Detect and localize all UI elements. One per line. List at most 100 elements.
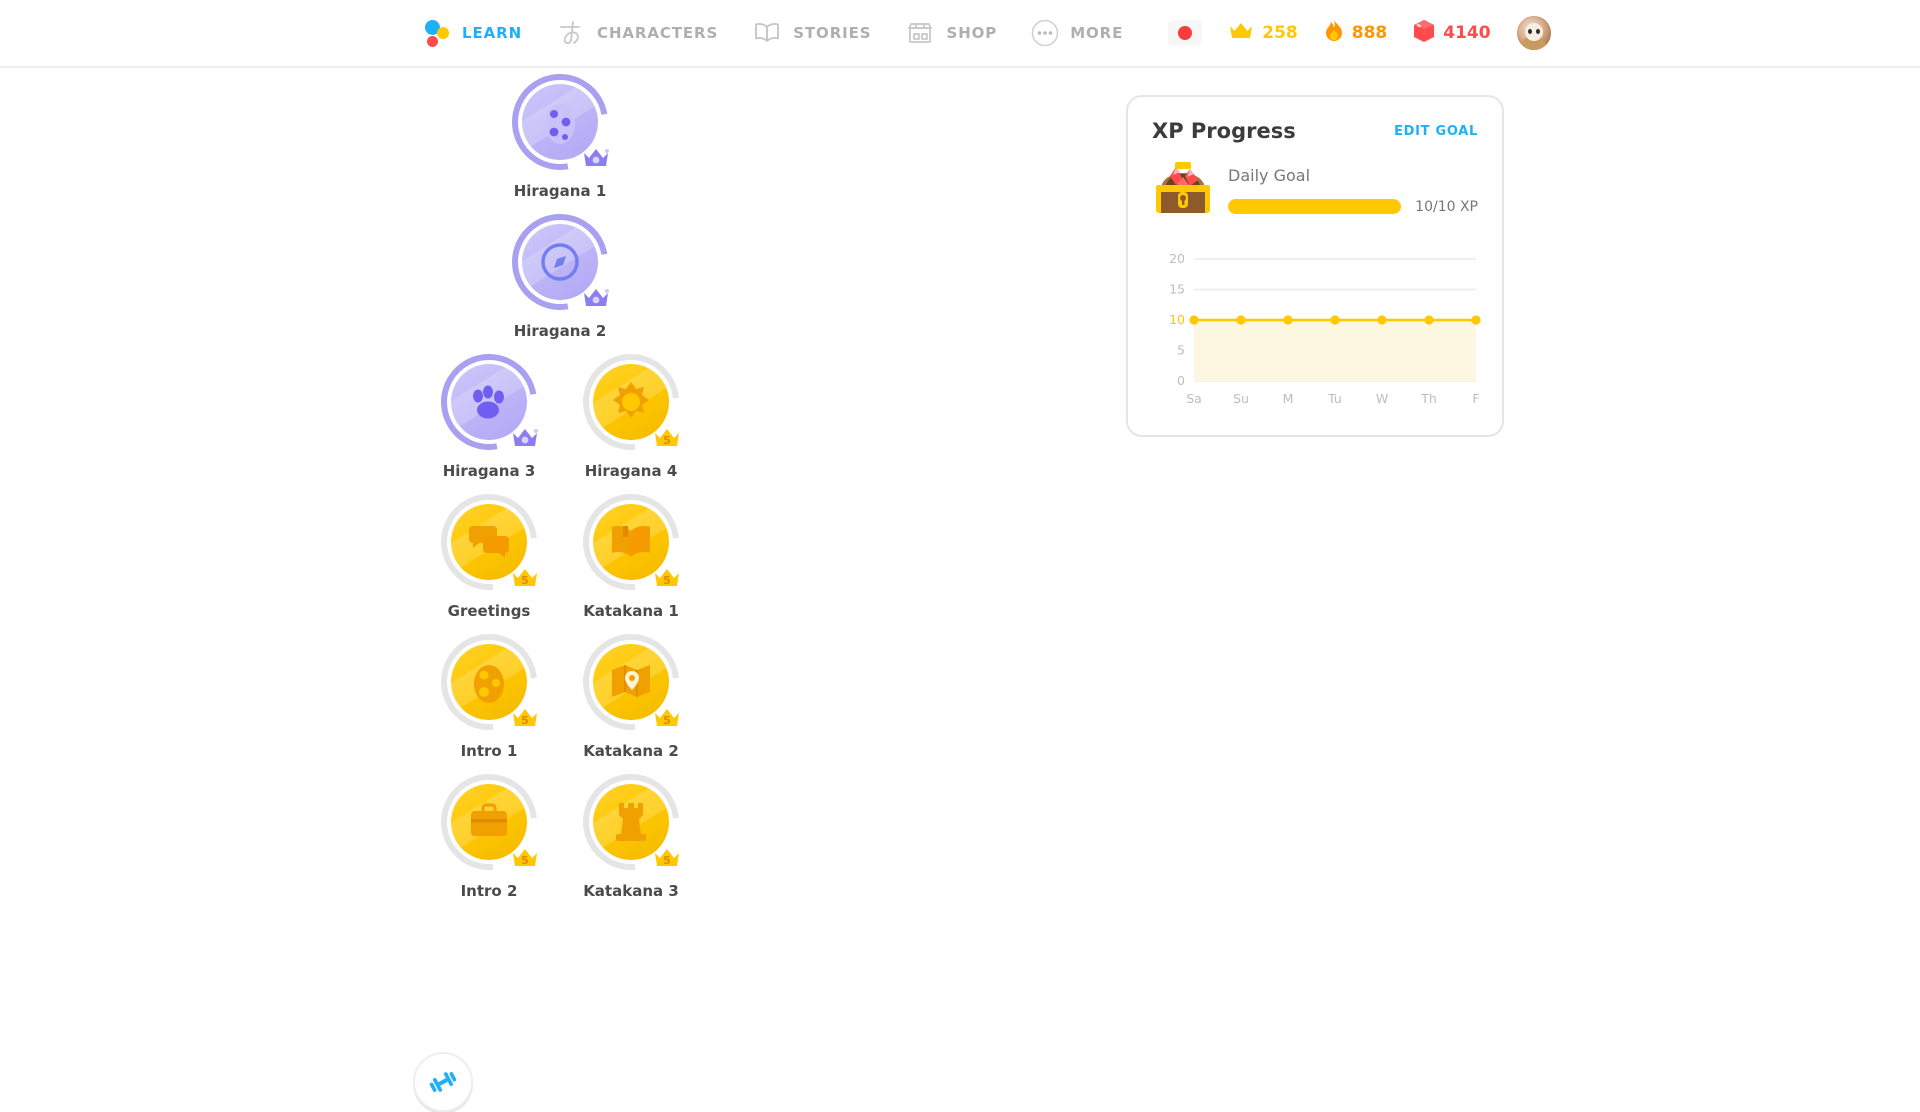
legendary-crown-badge: [580, 285, 612, 310]
xp-progress-bar: [1228, 199, 1402, 214]
hiragana-a-icon: [556, 18, 586, 48]
xp-progress-value: 10/10 XP: [1415, 198, 1478, 215]
crown-badge: 5: [651, 705, 683, 730]
crown-badge-count: 5: [521, 854, 529, 867]
skill-node-hiragana-1[interactable]: Hiragana 1: [489, 55, 631, 200]
skill-row: Hiragana 1: [0, 55, 1120, 200]
dumbbell-icon: [429, 1072, 457, 1092]
user-avatar[interactable]: [1516, 16, 1551, 50]
crown-badge: 5: [509, 705, 541, 730]
skill-node-hiragana-4[interactable]: 5 Hiragana 4: [560, 334, 702, 480]
legendary-crown-badge: [580, 145, 612, 170]
crown-badge: 5: [651, 565, 683, 590]
chess-rook-icon: [616, 803, 646, 841]
daily-goal-label: Daily Goal: [1228, 165, 1311, 185]
practice-dumbbell-button[interactable]: [413, 1052, 473, 1112]
crown-badge: 5: [651, 845, 683, 870]
shop-icon: [905, 20, 935, 46]
skill-label: Greetings: [447, 602, 531, 620]
xp-progress-card: XP Progress EDIT GOAL Daily Goal 10/10 X…: [1126, 95, 1504, 437]
nav-items: LEARN CHARACTERS STORIES SHOP MORE 258 8…: [408, 0, 1551, 67]
skill-ring: [493, 55, 627, 189]
svg-text:5: 5: [1177, 343, 1185, 358]
gem-count[interactable]: 4140: [1413, 19, 1491, 47]
skill-row: 5 Intro 1 5 Katakana 2: [0, 614, 1120, 760]
skill-row: Hiragana 2: [0, 195, 1120, 340]
skill-node-katakana-3[interactable]: 5 Katakana 3: [560, 754, 702, 900]
skill-node-katakana-2[interactable]: 5 Katakana 2: [560, 614, 702, 760]
skill-tree: Hiragana 1 Hiragana 2 Hiragana 3 5 Hirag…: [0, 55, 1120, 900]
crown-badge: 5: [651, 425, 683, 450]
svg-text:0: 0: [1177, 373, 1185, 388]
svg-text:Su: Su: [1233, 391, 1249, 406]
nav-item-characters[interactable]: CHARACTERS: [539, 0, 735, 67]
skill-node-intro-2[interactable]: 5 Intro 2: [418, 754, 560, 900]
skill-row: 5 Intro 2 5 Katakana 3: [0, 754, 1120, 900]
skill-label: Intro 1: [460, 742, 518, 760]
skill-node-hiragana-2[interactable]: Hiragana 2: [489, 195, 631, 340]
skill-row: 5 Greetings 5 Katakana 1: [0, 474, 1120, 620]
skill-node-greetings[interactable]: 5 Greetings: [418, 474, 560, 620]
skill-ring: 5: [563, 334, 699, 470]
map-pin-icon: [612, 665, 650, 697]
skill-label: Intro 2: [460, 882, 518, 900]
skill-node-katakana-1[interactable]: 5 Katakana 1: [560, 474, 702, 620]
skill-row: Hiragana 3 5 Hiragana 4: [0, 334, 1120, 480]
page-body: Hiragana 1 Hiragana 2 Hiragana 3 5 Hirag…: [0, 55, 1920, 1112]
skill-node-intro-1[interactable]: 5 Intro 1: [418, 614, 560, 760]
edit-goal-button[interactable]: EDIT GOAL: [1394, 124, 1478, 139]
nav-label-shop: SHOP: [946, 24, 998, 42]
crown-count[interactable]: 258: [1228, 21, 1298, 45]
daily-goal-row: Daily Goal 10/10 XP: [1152, 159, 1478, 221]
skill-ring: 5: [421, 474, 557, 610]
skill-ring: [422, 335, 556, 469]
ellipsis-icon: [1031, 19, 1059, 47]
crown-badge-count: 5: [663, 714, 671, 727]
skill-label: Hiragana 2: [513, 322, 607, 340]
flame-icon: [1324, 19, 1344, 47]
nav-label-learn: LEARN: [462, 24, 523, 42]
duo-logo-icon: [425, 18, 451, 48]
skill-label: Katakana 1: [583, 602, 679, 620]
skill-label: Katakana 2: [583, 742, 679, 760]
japan-flag-icon[interactable]: [1168, 20, 1203, 46]
daily-goal-info: Daily Goal 10/10 XP: [1228, 166, 1478, 215]
nav-item-stories[interactable]: STORIES: [735, 0, 888, 67]
open-book-icon: [612, 526, 650, 557]
skill-ring: 5: [563, 614, 699, 750]
briefcase-icon: [471, 803, 507, 836]
paw-icon: [473, 385, 504, 419]
svg-text:M: M: [1283, 391, 1294, 406]
skill-node-hiragana-3[interactable]: Hiragana 3: [418, 335, 560, 480]
nav-stats-group: 258 888 4140: [1168, 16, 1551, 50]
crown-badge-count: 5: [663, 574, 671, 587]
egg-icon: [474, 665, 504, 703]
crown-badge-count: 5: [663, 434, 671, 447]
svg-text:Tu: Tu: [1327, 391, 1342, 406]
nav-item-learn[interactable]: LEARN: [408, 0, 539, 67]
streak-value: 888: [1351, 23, 1388, 43]
nav-label-stories: STORIES: [793, 24, 872, 42]
nav-item-shop[interactable]: SHOP: [888, 0, 1014, 67]
svg-text:F: F: [1472, 391, 1479, 406]
svg-text:Th: Th: [1420, 391, 1437, 406]
streak-count[interactable]: 888: [1324, 19, 1388, 47]
top-navigation-bar: LEARN CHARACTERS STORIES SHOP MORE 258 8…: [0, 0, 1920, 68]
nav-label-more: MORE: [1070, 24, 1124, 42]
skill-label: Hiragana 4: [584, 462, 678, 480]
skill-label: Katakana 3: [583, 882, 679, 900]
xp-progress-bar-fill: [1228, 199, 1402, 214]
skill-label: Hiragana 3: [442, 462, 536, 480]
egg-icon: [545, 104, 575, 144]
skill-ring: [493, 195, 627, 329]
svg-text:15: 15: [1169, 282, 1185, 297]
xp-card-title: XP Progress: [1152, 119, 1296, 143]
open-book-icon: [752, 20, 782, 46]
crown-badge-count: 5: [521, 574, 529, 587]
sun-icon: [613, 382, 649, 418]
nav-label-characters: CHARACTERS: [597, 24, 719, 42]
nav-item-more[interactable]: MORE: [1014, 0, 1140, 67]
svg-text:W: W: [1376, 391, 1388, 406]
skill-ring: 5: [563, 474, 699, 610]
compass-icon: [541, 243, 579, 281]
